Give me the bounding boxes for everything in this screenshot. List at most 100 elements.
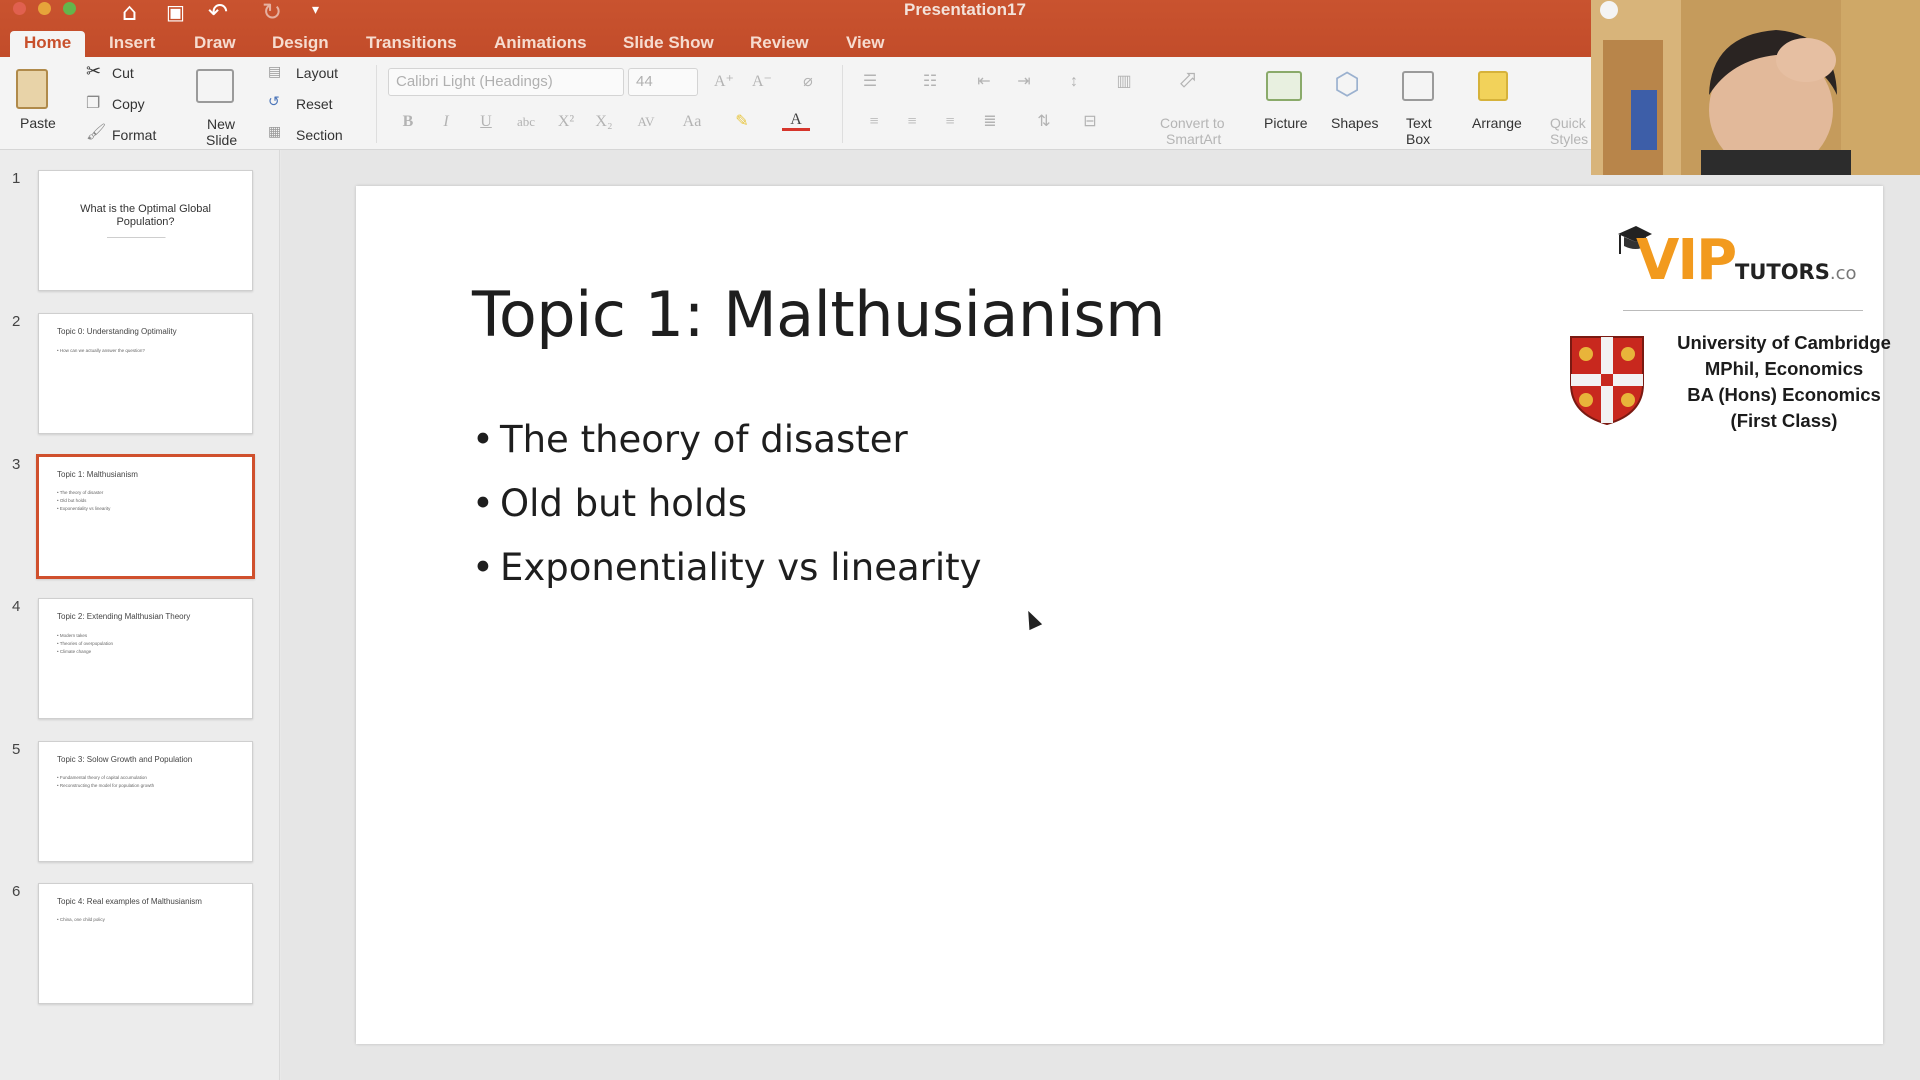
thumbnail-title: What is the Optimal Global Population? <box>80 203 211 228</box>
superscript-icon[interactable]: X² <box>552 109 580 135</box>
paste-label[interactable]: Paste <box>20 115 56 131</box>
section-button[interactable]: Section <box>296 127 343 143</box>
cut-icon[interactable]: ✂ <box>86 61 101 82</box>
slide-thumbnail-5[interactable]: Topic 3: Solow Growth and Population • F… <box>38 741 253 862</box>
bold-icon[interactable]: B <box>394 109 422 135</box>
align-left-icon[interactable]: ≡ <box>860 109 888 135</box>
section-icon[interactable]: ▦ <box>268 123 281 140</box>
thumbnail-line: • China, one child policy <box>57 917 105 922</box>
credential-line: BA (Hons) Economics <box>1687 384 1881 405</box>
convert-smartart-label-2[interactable]: SmartArt <box>1166 131 1221 147</box>
justify-icon[interactable]: ≣ <box>976 109 1004 135</box>
clear-formatting-icon[interactable]: ⌀ <box>794 69 822 95</box>
quick-styles-label-2[interactable]: Styles <box>1550 131 1588 147</box>
shapes-button[interactable]: Shapes <box>1331 115 1378 131</box>
paste-icon[interactable] <box>16 69 48 109</box>
copy-button[interactable]: Copy <box>112 96 145 112</box>
bullet-text: The theory of disaster <box>500 418 908 461</box>
text-box-icon[interactable] <box>1402 71 1434 101</box>
font-name-select[interactable]: Calibri Light (Headings) <box>388 68 624 96</box>
picture-button[interactable]: Picture <box>1264 115 1308 131</box>
underline-icon[interactable]: U <box>472 109 500 135</box>
font-color-icon[interactable]: A <box>782 107 810 131</box>
new-slide-label-2[interactable]: Slide <box>206 132 237 148</box>
webcam-feed-image <box>1591 0 1920 175</box>
italic-icon[interactable]: I <box>432 109 460 135</box>
tab-review[interactable]: Review <box>736 31 823 57</box>
format-painter-icon[interactable]: 🖌 <box>86 122 106 142</box>
brand-divider <box>1623 310 1863 311</box>
thumbnail-line: • Old but holds <box>57 498 87 503</box>
reset-button[interactable]: Reset <box>296 96 333 112</box>
tab-home[interactable]: Home <box>10 31 86 57</box>
strikethrough-icon[interactable]: abc <box>512 109 540 135</box>
tab-insert[interactable]: Insert <box>95 31 169 57</box>
slide-bullet-1[interactable]: • The theory of disaster <box>472 418 908 461</box>
text-direction-icon[interactable]: ⇅ <box>1030 109 1058 135</box>
align-text-icon[interactable]: ⊟ <box>1076 109 1104 135</box>
new-slide-icon[interactable] <box>196 69 234 103</box>
subscript-icon[interactable]: X₂ <box>590 109 618 135</box>
slide-number: 3 <box>12 456 21 473</box>
thumbnail-title: Topic 2: Extending Malthusian Theory <box>57 612 191 621</box>
reset-icon[interactable]: ↺ <box>268 93 280 110</box>
convert-smartart-label-1[interactable]: Convert to <box>1160 115 1225 131</box>
tab-animations[interactable]: Animations <box>480 31 601 57</box>
increase-indent-icon[interactable]: ⇥ <box>1010 69 1038 95</box>
tab-transitions[interactable]: Transitions <box>352 31 471 57</box>
layout-icon[interactable]: ▤ <box>268 63 281 80</box>
tab-design[interactable]: Design <box>258 31 343 57</box>
thumbnail-line: • Exponentiality vs linearity <box>57 506 111 511</box>
slide-number: 5 <box>12 741 21 758</box>
bullet-text: Exponentiality vs linearity <box>500 546 982 589</box>
shapes-icon[interactable]: ⬡ <box>1334 67 1360 102</box>
cut-button[interactable]: Cut <box>112 65 134 81</box>
tutors-text: TUTORS <box>1735 260 1830 284</box>
bullets-icon[interactable]: ☰ <box>856 69 884 95</box>
numbering-icon[interactable]: ☷ <box>916 69 944 95</box>
slide-bullet-2[interactable]: • Old but holds <box>472 482 747 525</box>
ribbon-divider <box>376 65 377 143</box>
slide-thumbnail-4[interactable]: Topic 2: Extending Malthusian Theory • M… <box>38 598 253 719</box>
text-box-label-1[interactable]: Text <box>1406 115 1432 131</box>
current-slide[interactable]: Topic 1: Malthusianism • The theory of di… <box>356 186 1883 1044</box>
tab-draw[interactable]: Draw <box>180 31 250 57</box>
change-case-icon[interactable]: Aa <box>678 109 706 135</box>
character-spacing-icon[interactable]: AV <box>632 109 660 135</box>
tab-view[interactable]: View <box>832 31 898 57</box>
thumbnail-title: Topic 3: Solow Growth and Population <box>57 755 193 764</box>
slide-thumbnail-6[interactable]: Topic 4: Real examples of Malthusianism … <box>38 883 253 1004</box>
quick-styles-label-1[interactable]: Quick <box>1550 115 1586 131</box>
slide-bullet-3[interactable]: • Exponentiality vs linearity <box>472 546 982 589</box>
vip-logo: VIP <box>1636 228 1737 293</box>
slide-thumbnail-1[interactable]: What is the Optimal Global Population? —… <box>38 170 253 291</box>
arrange-button[interactable]: Arrange <box>1472 115 1522 131</box>
align-center-icon[interactable]: ≡ <box>898 109 926 135</box>
smartart-icon[interactable]: ⬀ <box>1174 67 1202 93</box>
highlight-icon[interactable]: ✎ <box>728 109 756 135</box>
picture-icon[interactable] <box>1266 71 1302 101</box>
font-size-select[interactable]: 44 <box>628 68 698 96</box>
slide-title[interactable]: Topic 1: Malthusianism <box>472 278 1166 351</box>
thumbnail-line: • Fundamental theory of capital accumula… <box>57 775 147 780</box>
slide-thumbnail-2[interactable]: Topic 0: Understanding Optimality • How … <box>38 313 253 434</box>
credential-line: (First Class) <box>1730 410 1838 431</box>
format-painter-button[interactable]: Format <box>112 127 156 143</box>
arrange-icon[interactable] <box>1478 71 1508 101</box>
layout-button[interactable]: Layout <box>296 65 338 81</box>
tab-slide-show[interactable]: Slide Show <box>609 31 728 57</box>
slide-thumbnail-3[interactable]: Topic 1: Malthusianism • The theory of d… <box>36 454 255 579</box>
text-box-label-2[interactable]: Box <box>1406 131 1430 147</box>
copy-icon[interactable]: ❐ <box>86 93 100 113</box>
bullet-dot: • <box>472 546 494 589</box>
columns-icon[interactable]: ▥ <box>1110 69 1138 95</box>
new-slide-label-1[interactable]: New <box>207 116 235 132</box>
bullet-dot: • <box>472 482 494 525</box>
align-right-icon[interactable]: ≡ <box>936 109 964 135</box>
slide-number: 2 <box>12 313 21 330</box>
increase-font-icon[interactable]: A⁺ <box>710 69 738 95</box>
slide-number: 4 <box>12 598 21 615</box>
line-spacing-icon[interactable]: ↕ <box>1060 69 1088 95</box>
decrease-font-icon[interactable]: A⁻ <box>748 69 776 95</box>
decrease-indent-icon[interactable]: ⇤ <box>970 69 998 95</box>
